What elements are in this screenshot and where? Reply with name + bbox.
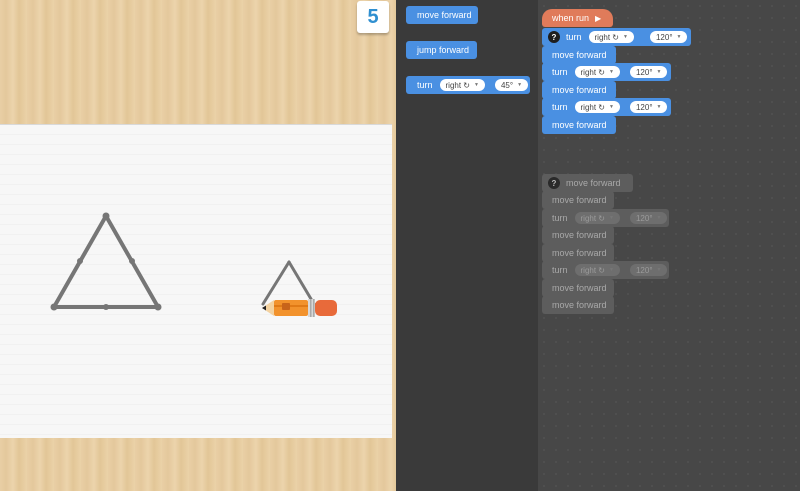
chevron-down-icon: ▼ [609, 267, 614, 273]
direction-value: right ↻ [594, 32, 620, 42]
when-run-block[interactable]: when run ▶ [542, 9, 613, 27]
app: 5 move forward jump forward turn right ↻… [0, 0, 800, 491]
program-workspace: when run ▶ ? turn right ↻ ▼ 120° ▼ move fo… [538, 0, 800, 491]
midpoint-dot [77, 258, 83, 264]
angle-dropdown[interactable]: 120° ▼ [629, 66, 668, 78]
block-label: move forward [552, 195, 607, 205]
vertex-dot [154, 303, 162, 311]
program-turn-block[interactable]: ? turn right ↻ ▼ 120° ▼ [542, 28, 691, 46]
target-triangle [52, 214, 160, 309]
block-label: turn [566, 32, 582, 42]
help-icon[interactable]: ? [548, 177, 560, 189]
direction-value: right ↻ [580, 102, 606, 112]
angle-value: 120° [635, 102, 653, 112]
ghost-move-forward-block: ? move forward [542, 174, 633, 192]
drawn-triangle-right-side [287, 260, 316, 306]
block-label: turn [552, 213, 568, 223]
program-turn-block[interactable]: turn right ↻ ▼ 120° ▼ [542, 98, 671, 116]
drawing-stage: 5 [0, 0, 396, 491]
direction-value: right ↻ [580, 213, 606, 223]
block-label: move forward [552, 283, 607, 293]
run-arrow-icon: ▶ [595, 13, 602, 23]
direction-dropdown[interactable]: right ↻ ▼ [588, 31, 634, 43]
angle-dropdown[interactable]: 120° ▼ [649, 31, 688, 43]
chevron-down-icon: ▼ [656, 69, 662, 75]
pencil-icon [262, 299, 337, 317]
angle-value: 120° [655, 32, 673, 42]
drawn-triangle [261, 260, 316, 306]
direction-dropdown: right ↻ ▼ [574, 212, 620, 224]
angle-dropdown[interactable]: 45° ▼ [494, 79, 529, 91]
block-label: turn [552, 265, 568, 275]
chevron-down-icon: ▼ [656, 215, 662, 221]
ghost-move-forward-block: move forward [542, 296, 614, 314]
direction-value: right ↻ [580, 265, 606, 275]
chevron-down-icon: ▼ [517, 82, 523, 88]
direction-dropdown[interactable]: right ↻ ▼ [439, 79, 485, 91]
angle-dropdown: 120° ▼ [629, 212, 668, 224]
angle-value: 45° [500, 80, 514, 90]
chevron-down-icon: ▼ [656, 267, 662, 273]
block-label: move forward [552, 120, 607, 130]
vertex-dot [50, 303, 58, 311]
chevron-down-icon: ▼ [609, 69, 614, 75]
midpoint-dot [129, 258, 135, 264]
block-label: move forward [552, 230, 607, 240]
angle-value: 120° [635, 265, 653, 275]
angle-dropdown: 120° ▼ [629, 264, 668, 276]
help-icon[interactable]: ? [548, 31, 560, 43]
block-label: move forward [552, 85, 607, 95]
direction-dropdown[interactable]: right ↻ ▼ [574, 101, 620, 113]
angle-value: 120° [635, 67, 653, 77]
program-move-forward-block[interactable]: move forward [542, 46, 616, 64]
midpoint-dot [103, 304, 109, 310]
block-label: move forward [566, 178, 621, 188]
ghost-turn-block: turn right ↻ ▼ 120° ▼ [542, 261, 669, 279]
target-triangle-vertices [50, 212, 162, 311]
chevron-down-icon: ▼ [609, 104, 614, 110]
program-move-forward-block[interactable]: move forward [542, 81, 616, 99]
block-label: move forward [552, 248, 607, 258]
toolbox-turn-block[interactable]: turn right ↻ ▼ 45° ▼ [406, 76, 530, 94]
ghost-move-forward-block: move forward [542, 279, 614, 297]
block-label: move forward [552, 50, 607, 60]
block-label: jump forward [417, 45, 470, 55]
direction-value: right ↻ [445, 80, 471, 90]
direction-dropdown[interactable]: right ↻ ▼ [574, 66, 620, 78]
block-label: turn [552, 102, 568, 112]
ghost-turn-block: turn right ↻ ▼ 120° ▼ [542, 209, 669, 227]
program-turn-block[interactable]: turn right ↻ ▼ 120° ▼ [542, 63, 671, 81]
vertex-dot [102, 212, 110, 220]
block-label: turn [417, 80, 433, 90]
ghost-move-forward-block: move forward [542, 226, 614, 244]
block-toolbox: move forward jump forward turn right ↻ ▼ … [396, 0, 538, 491]
chevron-down-icon: ▼ [474, 82, 479, 88]
chevron-down-icon: ▼ [623, 34, 628, 40]
chevron-down-icon: ▼ [676, 34, 682, 40]
chevron-down-icon: ▼ [656, 104, 662, 110]
direction-value: right ↻ [580, 67, 606, 77]
toolbox-move-forward-block[interactable]: move forward [406, 6, 478, 24]
program-move-forward-block[interactable]: move forward [542, 116, 616, 134]
angle-dropdown[interactable]: 120° ▼ [629, 101, 668, 113]
ghost-move-forward-block: move forward [542, 244, 614, 262]
angle-value: 120° [635, 213, 653, 223]
block-label: turn [552, 67, 568, 77]
block-label: move forward [552, 300, 607, 310]
chevron-down-icon: ▼ [609, 215, 614, 221]
block-label: move forward [417, 10, 472, 20]
block-label: when run [552, 13, 590, 23]
drawn-triangle-left-side [261, 260, 291, 306]
direction-dropdown: right ↻ ▼ [574, 264, 620, 276]
ghost-move-forward-block: move forward [542, 191, 614, 209]
toolbox-jump-forward-block[interactable]: jump forward [406, 41, 477, 59]
drawing-canvas [50, 212, 337, 317]
